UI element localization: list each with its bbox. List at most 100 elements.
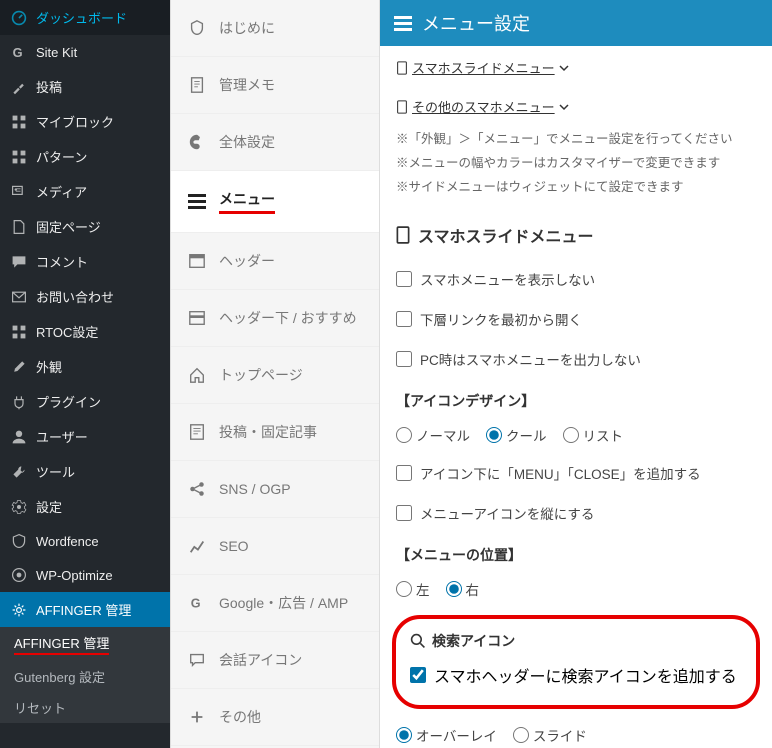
- sidebar-item-rtoc[interactable]: RTOC設定: [0, 314, 170, 349]
- sidebar-item-sitekit[interactable]: G Site Kit: [0, 35, 170, 69]
- sidebar-label: 外観: [36, 357, 62, 376]
- tab-other-sp-menu[interactable]: その他のスマホメニュー: [396, 97, 569, 116]
- sidebar-label: 設定: [36, 497, 62, 516]
- mail-icon: [10, 288, 28, 306]
- checkbox-add-search-icon[interactable]: スマホヘッダーに検索アイコンを追加する: [410, 659, 742, 691]
- settings-item-seo[interactable]: SEO: [171, 518, 379, 575]
- checkbox-input[interactable]: [410, 667, 426, 683]
- settings-item-menu[interactable]: メニュー: [171, 171, 379, 233]
- grid-icon: [10, 323, 28, 341]
- sidebar-item-plugins[interactable]: プラグイン: [0, 384, 170, 419]
- sidebar-item-dashboard[interactable]: ダッシュボード: [0, 0, 170, 35]
- checkbox-input[interactable]: [396, 271, 412, 287]
- sidebar-item-myblock[interactable]: マイブロック: [0, 104, 170, 139]
- user-icon: [10, 428, 28, 446]
- settings-item-intro[interactable]: はじめに: [171, 0, 379, 57]
- checkbox-input[interactable]: [396, 465, 412, 481]
- settings-label: メニュー: [219, 189, 275, 214]
- checkbox-input[interactable]: [396, 505, 412, 521]
- section-title: スマホスライドメニュー: [380, 211, 772, 259]
- sidebar-item-users[interactable]: ユーザー: [0, 419, 170, 454]
- cog-icon: [10, 498, 28, 516]
- checkbox-vertical-icon[interactable]: メニューアイコンを縦にする: [396, 493, 756, 533]
- checkbox-hide-sp-menu[interactable]: スマホメニューを表示しない: [396, 259, 756, 299]
- wp-admin-sidebar: ダッシュボード G Site Kit 投稿 マイブロック パターン メディア 固…: [0, 0, 170, 748]
- settings-label: SNS / OGP: [219, 481, 291, 497]
- sidebar-item-appearance[interactable]: 外観: [0, 349, 170, 384]
- sidebar-item-wordfence[interactable]: Wordfence: [0, 524, 170, 558]
- submenu-item-affinger-admin[interactable]: AFFINGER 管理: [0, 627, 170, 661]
- checkbox-input[interactable]: [396, 311, 412, 327]
- note-line: ※サイドメニューはウィジェットにて設定できます: [396, 176, 756, 200]
- wp-submenu: AFFINGER 管理 Gutenberg 設定 リセット: [0, 627, 170, 723]
- sidebar-item-tools[interactable]: ツール: [0, 454, 170, 489]
- radio-left[interactable]: 左: [396, 579, 430, 599]
- checkbox-input[interactable]: [396, 351, 412, 367]
- sidebar-item-wpoptimize[interactable]: WP-Optimize: [0, 558, 170, 592]
- settings-item-toppage[interactable]: トップページ: [171, 347, 379, 404]
- sidebar-item-affinger[interactable]: AFFINGER 管理: [0, 592, 170, 627]
- checkbox-label: スマホメニューを表示しない: [420, 269, 595, 289]
- settings-label: ヘッダー下 / おすすめ: [219, 308, 357, 328]
- settings-item-memo[interactable]: 管理メモ: [171, 57, 379, 114]
- settings-label: トップページ: [219, 365, 303, 385]
- submenu-item-reset[interactable]: リセット: [0, 692, 170, 723]
- sidebar-label: Wordfence: [36, 534, 99, 549]
- settings-item-other[interactable]: その他: [171, 689, 379, 746]
- phone-icon: [396, 100, 408, 114]
- sidebar-item-pages[interactable]: 固定ページ: [0, 209, 170, 244]
- sidebar-item-media[interactable]: メディア: [0, 174, 170, 209]
- sidebar-label: 固定ページ: [36, 217, 101, 236]
- group-heading-search-icon: 検索アイコン: [410, 631, 742, 659]
- checkbox-add-menu-close-text[interactable]: アイコン下に「MENU」「CLOSE」を追加する: [396, 453, 756, 493]
- settings-item-google[interactable]: G Google・広告 / AMP: [171, 575, 379, 632]
- radio-normal[interactable]: ノーマル: [396, 425, 470, 445]
- shield-icon: [10, 532, 28, 550]
- tab-sp-slide-menu[interactable]: スマホスライドメニュー: [396, 58, 569, 77]
- sidebar-item-settings[interactable]: 設定: [0, 489, 170, 524]
- grid-icon: [10, 148, 28, 166]
- affinger-settings-menu: はじめに 管理メモ 全体設定 メニュー ヘッダー ヘッダー下 / おすすめ トッ…: [170, 0, 380, 748]
- radio-slide[interactable]: スライド: [513, 725, 587, 745]
- phone-icon: [396, 61, 408, 75]
- settings-item-general[interactable]: 全体設定: [171, 114, 379, 171]
- radio-overlay[interactable]: オーバーレイ: [396, 725, 497, 745]
- settings-item-chat[interactable]: 会話アイコン: [171, 632, 379, 689]
- brush-icon: [10, 358, 28, 376]
- checkbox-label: メニューアイコンを縦にする: [420, 503, 594, 523]
- sidebar-label: AFFINGER 管理: [36, 600, 131, 619]
- note-line: ※メニューの幅やカラーはカスタマイザーで変更できます: [396, 152, 756, 176]
- sidebar-item-contact[interactable]: お問い合わせ: [0, 279, 170, 314]
- post-icon: [187, 422, 207, 442]
- shield-outline-icon: [187, 18, 207, 38]
- settings-item-header-under[interactable]: ヘッダー下 / おすすめ: [171, 290, 379, 347]
- checkbox-label: PC時はスマホメニューを出力しない: [420, 349, 641, 369]
- radio-cool[interactable]: クール: [486, 425, 547, 445]
- radio-list[interactable]: リスト: [563, 425, 624, 445]
- sidebar-label: RTOC設定: [36, 322, 98, 341]
- tabs: スマホスライドメニュー その他のスマホメニュー: [380, 46, 772, 128]
- radio-group-icon-design: ノーマル クール リスト: [396, 417, 756, 453]
- sidebar-label: ユーザー: [36, 427, 88, 446]
- settings-label: その他: [219, 707, 261, 727]
- sidebar-item-pattern[interactable]: パターン: [0, 139, 170, 174]
- note-line: ※「外観」＞「メニュー」でメニュー設定を行ってください: [396, 128, 756, 152]
- settings-item-posts[interactable]: 投稿・固定記事: [171, 404, 379, 461]
- page-icon: [10, 218, 28, 236]
- radio-right[interactable]: 右: [446, 579, 480, 599]
- sidebar-label: コメント: [36, 252, 88, 271]
- svg-text:G: G: [191, 597, 201, 611]
- sidebar-label: ツール: [36, 462, 75, 481]
- submenu-item-gutenberg[interactable]: Gutenberg 設定: [0, 661, 170, 692]
- sidebar-label: メディア: [36, 182, 87, 201]
- home-icon: [187, 365, 207, 385]
- share-icon: [187, 479, 207, 499]
- sidebar-item-posts[interactable]: 投稿: [0, 69, 170, 104]
- sidebar-item-comments[interactable]: コメント: [0, 244, 170, 279]
- media-icon: [10, 183, 28, 201]
- checkbox-open-lower-links[interactable]: 下層リンクを最初から開く: [396, 299, 756, 339]
- settings-item-sns[interactable]: SNS / OGP: [171, 461, 379, 518]
- checkbox-no-sp-on-pc[interactable]: PC時はスマホメニューを出力しない: [396, 339, 756, 379]
- settings-item-header[interactable]: ヘッダー: [171, 233, 379, 290]
- page-title: メニュー設定: [422, 10, 530, 36]
